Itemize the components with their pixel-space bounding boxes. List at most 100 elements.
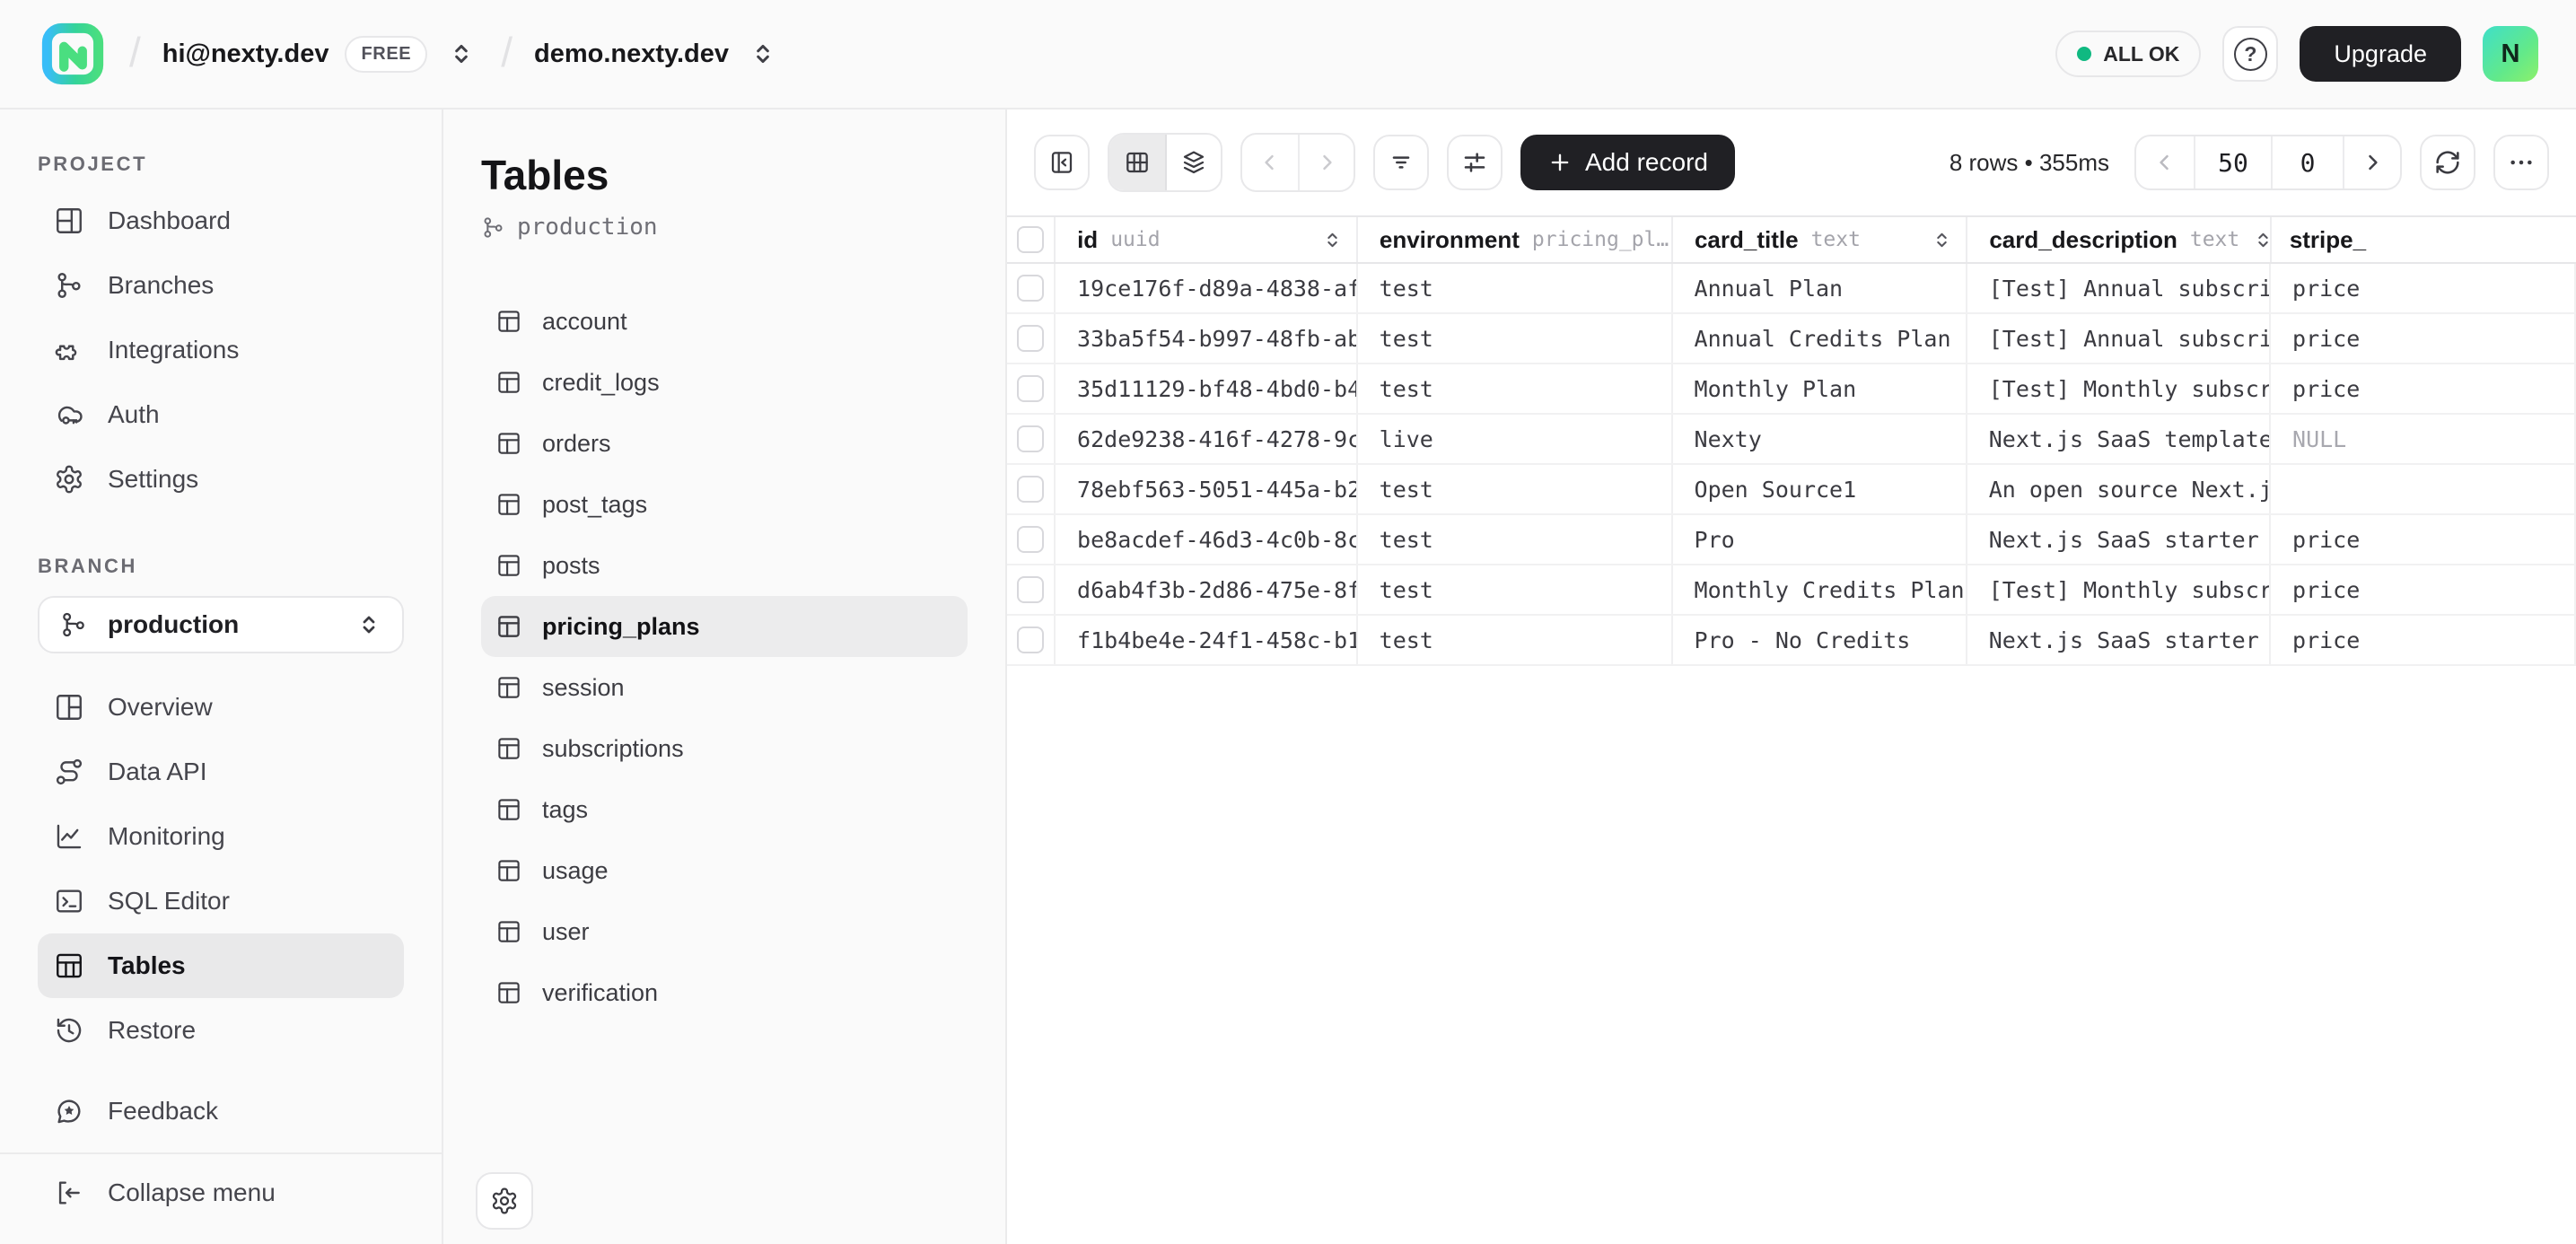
collapse-menu-button[interactable]: Collapse menu bbox=[38, 1154, 404, 1231]
cell-id[interactable]: 78ebf563-5051-445a-b27… bbox=[1056, 465, 1358, 513]
add-record-button[interactable]: Add record bbox=[1520, 135, 1735, 190]
app-logo[interactable] bbox=[38, 19, 108, 89]
cell-id[interactable]: d6ab4f3b-2d86-475e-8f5… bbox=[1056, 565, 1358, 614]
row-checkbox[interactable] bbox=[1017, 375, 1044, 402]
column-header-card-description[interactable]: card_description text bbox=[1967, 217, 2271, 262]
cell-id[interactable]: f1b4be4e-24f1-458c-b16… bbox=[1056, 616, 1358, 664]
cell-id[interactable]: 35d11129-bf48-4bd0-b4c… bbox=[1056, 364, 1358, 413]
project-name[interactable]: demo.nexty.dev bbox=[534, 39, 729, 69]
page-next-button[interactable] bbox=[2343, 136, 2400, 188]
cell-card-title[interactable]: Annual Credits Plan bbox=[1673, 314, 1967, 363]
table-list-item-credit-logs[interactable]: credit_logs bbox=[481, 352, 968, 413]
sidebar-item-sql-editor[interactable]: SQL Editor bbox=[38, 869, 404, 933]
table-list-item-usage[interactable]: usage bbox=[481, 840, 968, 901]
row-checkbox[interactable] bbox=[1017, 425, 1044, 452]
table-list-item-account[interactable]: account bbox=[481, 291, 968, 352]
row-checkbox[interactable] bbox=[1017, 325, 1044, 352]
cell-card-title[interactable]: Pro bbox=[1673, 515, 1967, 564]
cell-environment[interactable]: test bbox=[1358, 364, 1673, 413]
select-all-checkbox[interactable] bbox=[1017, 226, 1044, 253]
cell-stripe[interactable]: price bbox=[2271, 314, 2576, 363]
layers-view-button[interactable] bbox=[1165, 135, 1221, 190]
cell-stripe[interactable]: NULL bbox=[2271, 415, 2576, 463]
status-badge[interactable]: ALL OK bbox=[2055, 31, 2201, 77]
cell-stripe[interactable]: price bbox=[2271, 515, 2576, 564]
org-name[interactable]: hi@nexty.dev bbox=[162, 39, 329, 69]
cell-environment[interactable]: test bbox=[1358, 515, 1673, 564]
refresh-button[interactable] bbox=[2420, 135, 2475, 190]
cell-card-title[interactable]: Monthly Credits Plan bbox=[1673, 565, 1967, 614]
sidebar-item-branches[interactable]: Branches bbox=[38, 253, 404, 318]
table-list-item-orders[interactable]: orders bbox=[481, 413, 968, 474]
table-list-item-posts[interactable]: posts bbox=[481, 535, 968, 596]
cell-stripe[interactable]: price bbox=[2271, 264, 2576, 312]
next-record-button[interactable] bbox=[1298, 135, 1354, 190]
sidebar-item-overview[interactable]: Overview bbox=[38, 675, 404, 740]
view-settings-button[interactable] bbox=[1447, 135, 1503, 190]
sidebar-item-auth[interactable]: Auth bbox=[38, 382, 404, 447]
cell-card-description[interactable]: [Test] Monthly subscri… bbox=[1967, 565, 2271, 614]
table-list-item-pricing-plans[interactable]: pricing_plans bbox=[481, 596, 968, 657]
cell-environment[interactable]: test bbox=[1358, 465, 1673, 513]
row-checkbox[interactable] bbox=[1017, 526, 1044, 553]
panel-settings-button[interactable] bbox=[476, 1172, 533, 1230]
row-checkbox[interactable] bbox=[1017, 476, 1044, 503]
sidebar-item-data-api[interactable]: Data API bbox=[38, 740, 404, 804]
cell-id[interactable]: 33ba5f54-b997-48fb-ab6… bbox=[1056, 314, 1358, 363]
cell-environment[interactable]: live bbox=[1358, 415, 1673, 463]
cell-card-title[interactable]: Annual Plan bbox=[1673, 264, 1967, 312]
cell-environment[interactable]: test bbox=[1358, 264, 1673, 312]
org-switcher-button[interactable] bbox=[443, 36, 479, 72]
cell-card-description[interactable]: Next.js SaaS template … bbox=[1967, 415, 2271, 463]
table-list-item-post-tags[interactable]: post_tags bbox=[481, 474, 968, 535]
sidebar-item-dashboard[interactable]: Dashboard bbox=[38, 188, 404, 253]
column-header-card-title[interactable]: card_title text bbox=[1673, 217, 1967, 262]
help-button[interactable]: ? bbox=[2222, 26, 2278, 82]
sidebar-item-monitoring[interactable]: Monitoring bbox=[38, 804, 404, 869]
row-checkbox[interactable] bbox=[1017, 626, 1044, 653]
cell-card-description[interactable]: [Test] Annual subscrip… bbox=[1967, 314, 2271, 363]
row-checkbox[interactable] bbox=[1017, 275, 1044, 302]
upgrade-button[interactable]: Upgrade bbox=[2300, 26, 2461, 82]
sidebar-item-feedback[interactable]: Feedback bbox=[38, 1079, 404, 1143]
cell-card-description[interactable]: An open source Next.js… bbox=[1967, 465, 2271, 513]
cell-id[interactable]: be8acdef-46d3-4c0b-8c2… bbox=[1056, 515, 1358, 564]
avatar[interactable]: N bbox=[2483, 26, 2538, 82]
table-list-item-session[interactable]: session bbox=[481, 657, 968, 718]
cell-card-description[interactable]: Next.js SaaS starter t… bbox=[1967, 515, 2271, 564]
cell-id[interactable]: 19ce176f-d89a-4838-afe… bbox=[1056, 264, 1358, 312]
sidebar-item-tables[interactable]: Tables bbox=[38, 933, 404, 998]
column-header-stripe[interactable]: stripe_ bbox=[2272, 217, 2576, 262]
cell-environment[interactable]: test bbox=[1358, 565, 1673, 614]
cell-stripe[interactable] bbox=[2271, 465, 2576, 513]
table-list-item-verification[interactable]: verification bbox=[481, 962, 968, 1023]
table-list-item-tags[interactable]: tags bbox=[481, 779, 968, 840]
column-header-environment[interactable]: environment pricing_pl… bbox=[1358, 217, 1673, 262]
sidebar-item-restore[interactable]: Restore bbox=[38, 998, 404, 1063]
sidebar-item-integrations[interactable]: Integrations bbox=[38, 318, 404, 382]
cell-stripe[interactable]: price bbox=[2271, 565, 2576, 614]
column-header-id[interactable]: id uuid bbox=[1056, 217, 1358, 262]
cell-stripe[interactable]: price bbox=[2271, 616, 2576, 664]
cell-id[interactable]: 62de9238-416f-4278-9c9… bbox=[1056, 415, 1358, 463]
collapse-panel-button[interactable] bbox=[1034, 135, 1090, 190]
filter-button[interactable] bbox=[1373, 135, 1429, 190]
table-list-item-subscriptions[interactable]: subscriptions bbox=[481, 718, 968, 779]
page-size-value[interactable]: 50 bbox=[2194, 136, 2271, 188]
row-checkbox[interactable] bbox=[1017, 576, 1044, 603]
page-offset-value[interactable]: 0 bbox=[2271, 136, 2343, 188]
grid-view-button[interactable] bbox=[1109, 135, 1165, 190]
prev-record-button[interactable] bbox=[1242, 135, 1298, 190]
cell-stripe[interactable]: price bbox=[2271, 364, 2576, 413]
cell-card-title[interactable]: Open Source1 bbox=[1673, 465, 1967, 513]
cell-card-title[interactable]: Nexty bbox=[1673, 415, 1967, 463]
cell-environment[interactable]: test bbox=[1358, 616, 1673, 664]
cell-card-title[interactable]: Monthly Plan bbox=[1673, 364, 1967, 413]
cell-environment[interactable]: test bbox=[1358, 314, 1673, 363]
branch-selector[interactable]: production bbox=[38, 596, 404, 653]
more-options-button[interactable] bbox=[2493, 135, 2549, 190]
cell-card-description[interactable]: Next.js SaaS starter t… bbox=[1967, 616, 2271, 664]
table-list-item-user[interactable]: user bbox=[481, 901, 968, 962]
sidebar-item-settings[interactable]: Settings bbox=[38, 447, 404, 512]
cell-card-description[interactable]: [Test] Monthly subscri… bbox=[1967, 364, 2271, 413]
